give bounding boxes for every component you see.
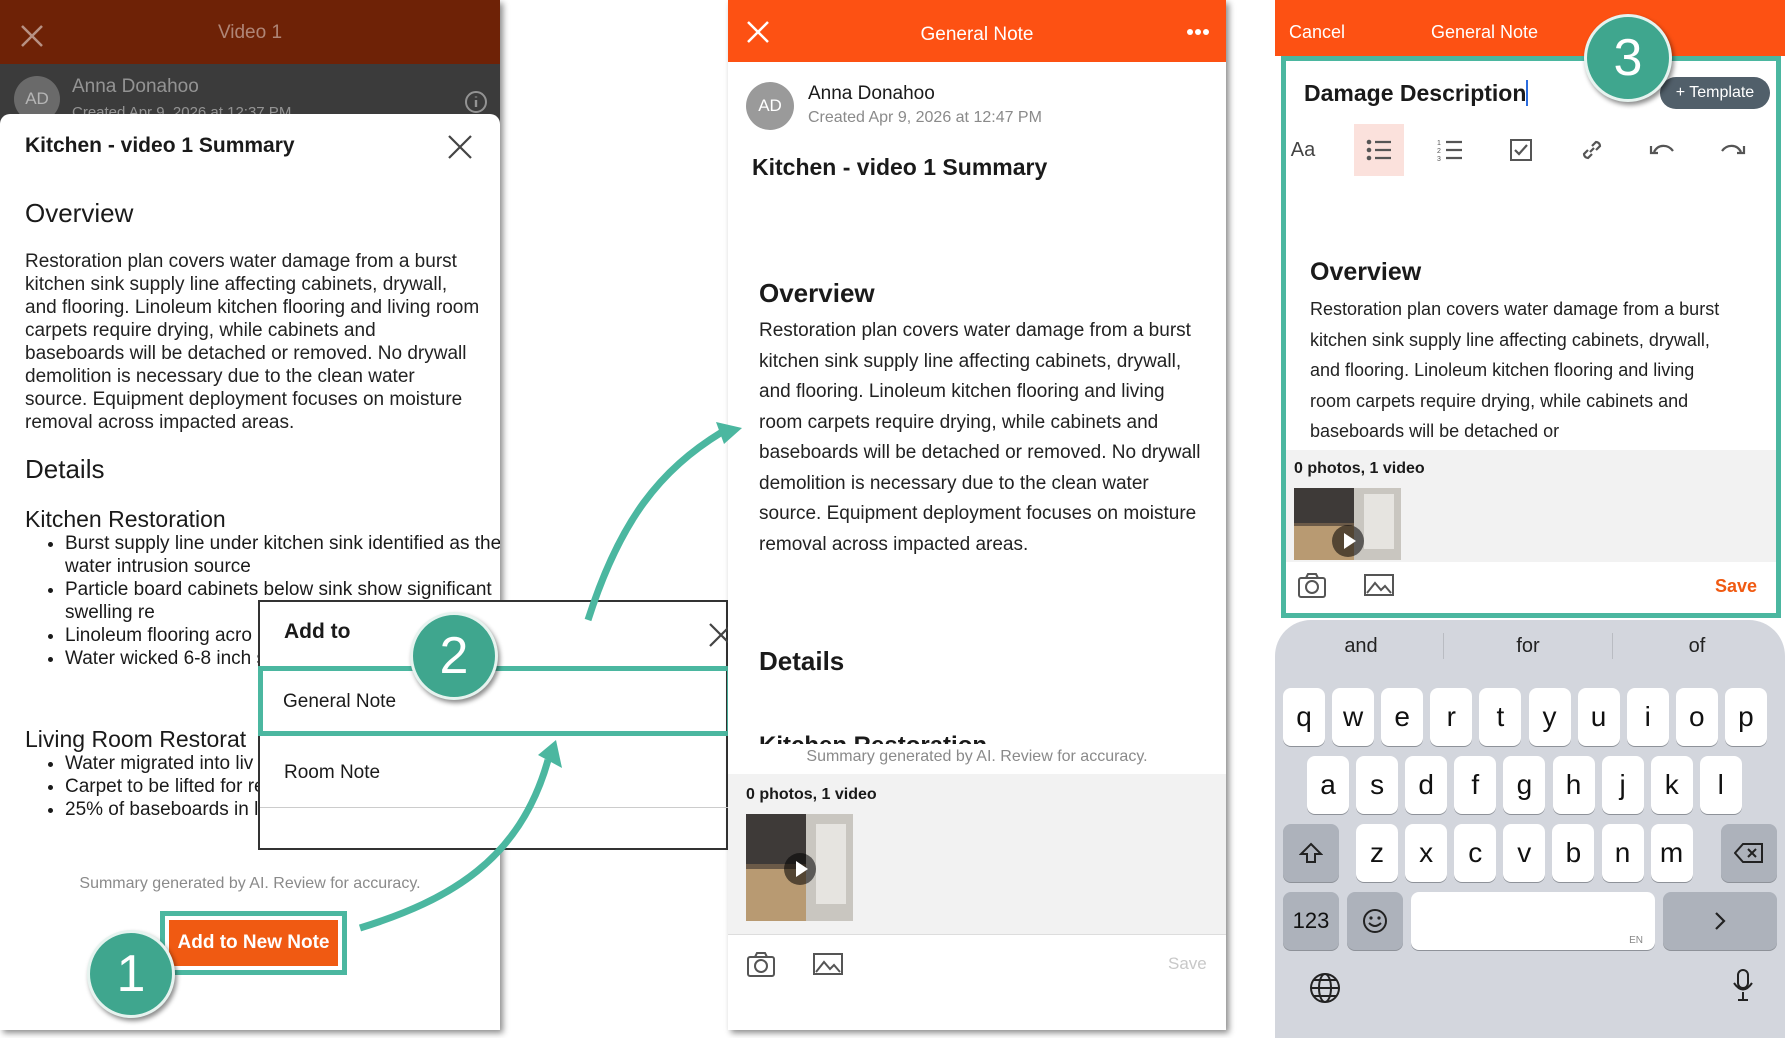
arrow-2 (584, 429, 724, 622)
arrow-1 (358, 759, 552, 932)
step-badge-3: 3 (1584, 14, 1672, 102)
flow-arrows (358, 422, 742, 932)
step-badge-2: 2 (410, 612, 498, 700)
step-badge-1: 1 (87, 930, 175, 1018)
